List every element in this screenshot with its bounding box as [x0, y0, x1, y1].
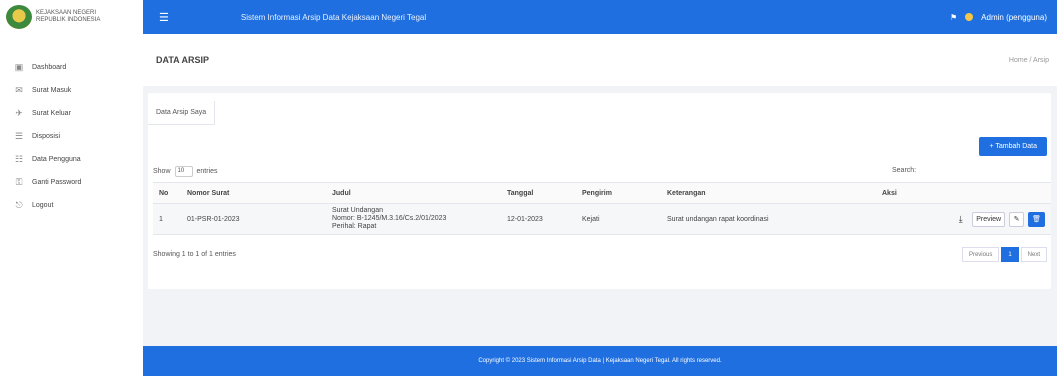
- preview-button[interactable]: Preview: [972, 211, 1006, 227]
- table-info: Showing 1 to 1 of 1 entries: [153, 251, 236, 258]
- notification-icon[interactable]: ⚑: [950, 13, 957, 22]
- menu-toggle-icon[interactable]: ☰: [159, 11, 169, 24]
- column-judul[interactable]: Judul: [326, 182, 501, 204]
- show-label: Show: [153, 168, 171, 175]
- page-1-button[interactable]: 1: [1001, 247, 1019, 262]
- outbox-icon: ✈: [15, 108, 23, 118]
- column-tanggal[interactable]: Tanggal: [501, 182, 576, 204]
- sidebar-item-label: Data Pengguna: [32, 156, 81, 163]
- page-title: DATA ARSIP: [156, 55, 209, 65]
- sidebar-item-label: Dashboard: [32, 64, 67, 71]
- inbox-icon: ✉: [15, 85, 23, 95]
- users-icon: ☷: [14, 154, 24, 164]
- sidebar-item-label: Surat Masuk: [32, 87, 72, 94]
- column-keterangan[interactable]: Keterangan: [661, 182, 876, 204]
- cell-judul: Surat Undangan Nomor: B-1245/M.3.16/Cs.2…: [326, 203, 501, 235]
- judul-line-3: Perihal: Rapat: [332, 223, 377, 230]
- sidebar-item-label: Logout: [32, 202, 54, 209]
- document-icon: ☰: [14, 131, 24, 141]
- brand-line-2: REPUBLIK INDONESIA: [36, 17, 101, 23]
- search-label: Search:: [892, 167, 917, 174]
- column-pengirim[interactable]: Pengirim: [576, 182, 661, 204]
- sidebar-item-ganti-password[interactable]: ⚿ Ganti Password: [0, 171, 143, 194]
- tab-data-arsip[interactable]: Data Arsip Saya: [148, 101, 216, 125]
- sidebar-item-logout[interactable]: ⎋ Logout: [0, 194, 143, 217]
- judul-line-2: Nomor: B-1245/M.3.16/Cs.2/01/2023: [332, 215, 447, 222]
- main-content: DATA ARSIP Home / Arsip Data Arsip Saya …: [143, 34, 1057, 346]
- brand-name: KEJAKSAAN NEGERI REPUBLIK INDONESIA: [36, 10, 100, 24]
- logo-emblem: [6, 5, 32, 29]
- cell-no: 1: [153, 203, 181, 235]
- archive-table: No Nomor Surat Judul Tanggal Pengirim Ke…: [153, 182, 1051, 235]
- cell-nomor-surat: 01-PSR-01-2023: [181, 203, 326, 235]
- brand[interactable]: KEJAKSAAN NEGERI REPUBLIK INDONESIA: [0, 0, 143, 34]
- add-data-button[interactable]: + Tambah Data: [979, 137, 1047, 156]
- top-navbar: ☰ Sistem Informasi Arsip Data Kejaksaan …: [143, 0, 1057, 34]
- sidebar-item-surat-masuk[interactable]: ✉ Surat Masuk: [0, 79, 143, 102]
- delete-icon[interactable]: 🗑: [1028, 211, 1045, 227]
- sidebar-item-dashboard[interactable]: ▣ Dashboard: [0, 56, 143, 79]
- column-aksi: Aksi: [876, 182, 1051, 204]
- footer: Copyright © 2023 Sistem Informasi Arsip …: [143, 346, 1057, 376]
- table-header-row: No Nomor Surat Judul Tanggal Pengirim Ke…: [153, 182, 1051, 204]
- dashboard-icon: ▣: [14, 62, 24, 72]
- page-header: DATA ARSIP Home / Arsip: [143, 34, 1057, 86]
- entries-select[interactable]: 10: [174, 166, 193, 177]
- avatar: [965, 13, 974, 21]
- sidebar-item-label: Disposisi: [32, 133, 61, 140]
- logout-icon: ⎋: [15, 200, 23, 210]
- sidebar-nav: ▣ Dashboard ✉ Surat Masuk ✈ Surat Keluar…: [0, 56, 143, 217]
- sidebar-item-data-pengguna[interactable]: ☷ Data Pengguna: [0, 148, 143, 171]
- cell-keterangan: Surat undangan rapat koordinasi: [661, 203, 876, 235]
- sidebar: KEJAKSAAN NEGERI REPUBLIK INDONESIA ▣ Da…: [0, 0, 143, 376]
- cell-actions: ⤓ Preview ✎ 🗑: [876, 203, 1051, 235]
- entries-length-control: Show 10 entries: [153, 166, 218, 177]
- pagination: Previous 1 Next: [961, 247, 1047, 262]
- user-name: Admin (pengguna): [981, 12, 1047, 22]
- search-input[interactable]: [920, 165, 1046, 178]
- app-title: Sistem Informasi Arsip Data Kejaksaan Ne…: [240, 12, 427, 22]
- column-nomor-surat[interactable]: Nomor Surat: [181, 182, 326, 204]
- judul-line-1: Surat Undangan: [332, 207, 383, 214]
- cell-pengirim: Kejati: [576, 203, 661, 235]
- previous-page-button[interactable]: Previous: [961, 247, 1000, 262]
- sidebar-item-surat-keluar[interactable]: ✈ Surat Keluar: [0, 102, 143, 125]
- cell-tanggal: 12-01-2023: [501, 203, 576, 235]
- next-page-button[interactable]: Next: [1020, 247, 1047, 262]
- edit-icon[interactable]: ✎: [1009, 211, 1025, 227]
- download-icon[interactable]: ⤓: [953, 212, 968, 227]
- table-row: 1 01-PSR-01-2023 Surat Undangan Nomor: B…: [153, 203, 1051, 235]
- breadcrumb: Home / Arsip: [1008, 56, 1049, 64]
- archive-card: Data Arsip Saya + Tambah Data Show 10 en…: [148, 93, 1051, 289]
- copyright-text: Copyright © 2023 Sistem Informasi Arsip …: [478, 358, 722, 364]
- key-icon: ⚿: [15, 177, 23, 187]
- row-actions: ⤓ Preview ✎ 🗑: [882, 211, 1045, 227]
- sidebar-item-disposisi[interactable]: ☰ Disposisi: [0, 125, 143, 148]
- entries-label: entries: [196, 168, 218, 175]
- user-menu[interactable]: ⚑ Admin (pengguna): [950, 13, 1047, 22]
- sidebar-item-label: Ganti Password: [32, 179, 82, 186]
- brand-line-1: KEJAKSAAN NEGERI: [36, 10, 97, 16]
- column-no[interactable]: No: [153, 182, 181, 204]
- sidebar-item-label: Surat Keluar: [32, 110, 71, 117]
